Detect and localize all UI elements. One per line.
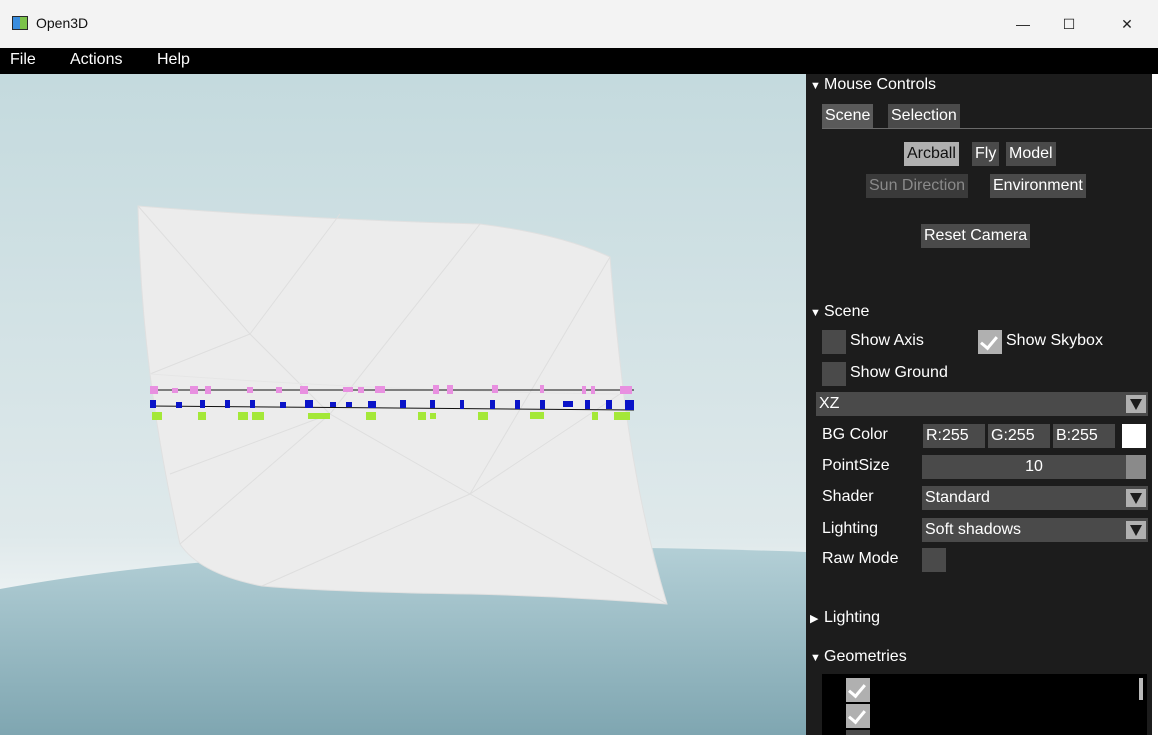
window-edge	[1152, 74, 1158, 735]
expanded-triangle-icon: ▼	[810, 652, 821, 664]
geometry-item-checkbox[interactable]	[846, 730, 870, 735]
tab-selection[interactable]: Selection	[888, 104, 960, 128]
scene-render[interactable]	[0, 74, 806, 735]
lighting-header[interactable]: ▶ Lighting	[810, 609, 880, 627]
menu-file[interactable]: File	[10, 51, 36, 69]
window-title: Open3D	[36, 15, 89, 31]
list-scrollbar[interactable]	[1139, 678, 1143, 700]
lighting-label: Lighting	[822, 520, 879, 537]
bg-color-g-field[interactable]: G:255	[988, 424, 1050, 448]
environment-button[interactable]: Environment	[990, 174, 1086, 198]
show-ground-checkbox[interactable]	[822, 362, 846, 386]
geometry-mesh-checkbox[interactable]	[846, 678, 870, 702]
settings-panel: ▼ Mouse Controls Scene Selection Arcball …	[806, 74, 1152, 735]
show-skybox-checkbox[interactable]	[978, 330, 1002, 354]
title-bar: Open3D — ☐ ✕	[0, 0, 1158, 48]
ground-plane-select[interactable]: XZ	[816, 392, 1148, 416]
geometries-header[interactable]: ▼ Geometries	[810, 648, 907, 666]
tab-scene[interactable]: Scene	[822, 104, 874, 128]
fly-button[interactable]: Fly	[972, 142, 1000, 166]
scene-header[interactable]: ▼ Scene	[810, 303, 869, 321]
geometries-list[interactable]: mesh geodesicPointModel	[822, 674, 1147, 735]
dropdown-arrow-icon	[1126, 489, 1146, 507]
bg-color-r-field[interactable]: R:255	[923, 424, 985, 448]
expanded-triangle-icon: ▼	[810, 307, 821, 319]
arcball-button[interactable]: Arcball	[904, 142, 959, 166]
show-axis-label: Show Axis	[850, 332, 924, 349]
menu-bar: File Actions Help	[0, 48, 1158, 74]
bg-color-b-field[interactable]: B:255	[1053, 424, 1115, 448]
bg-color-label: BG Color	[822, 426, 888, 443]
raw-mode-label: Raw Mode	[822, 550, 899, 567]
point-size-slider[interactable]: 10	[922, 455, 1146, 479]
maximize-button[interactable]: ☐	[1046, 0, 1092, 48]
3d-viewport[interactable]	[0, 74, 806, 735]
show-skybox-label: Show Skybox	[1006, 332, 1103, 349]
raw-mode-checkbox[interactable]	[922, 548, 946, 572]
geometry-geodesic-checkbox[interactable]	[846, 704, 870, 728]
open3d-app-icon	[12, 16, 28, 30]
lighting-select[interactable]: Soft shadows	[922, 518, 1148, 542]
geometry-mesh-label: mesh	[876, 678, 920, 697]
reset-camera-button[interactable]: Reset Camera	[921, 224, 1031, 248]
sun-direction-button[interactable]: Sun Direction	[866, 174, 969, 198]
point-size-label: PointSize	[822, 457, 890, 474]
menu-help[interactable]: Help	[157, 51, 190, 69]
minimize-button[interactable]: —	[1000, 0, 1046, 48]
dropdown-arrow-icon	[1126, 521, 1146, 539]
slider-handle[interactable]	[1126, 455, 1146, 479]
menu-actions[interactable]: Actions	[70, 51, 122, 69]
bg-color-swatch[interactable]	[1122, 424, 1146, 448]
shader-label: Shader	[822, 488, 874, 505]
collapsed-triangle-icon: ▶	[810, 613, 819, 625]
geometry-geodesic-label: geodesicPointModel	[876, 705, 1036, 724]
show-ground-label: Show Ground	[850, 364, 948, 381]
tab-divider	[822, 128, 1152, 129]
close-button[interactable]: ✕	[1104, 0, 1150, 48]
shader-select[interactable]: Standard	[922, 486, 1148, 510]
expanded-triangle-icon: ▼	[810, 80, 821, 92]
model-button[interactable]: Model	[1006, 142, 1056, 166]
mouse-controls-header[interactable]: ▼ Mouse Controls	[810, 76, 936, 94]
show-axis-checkbox[interactable]	[822, 330, 846, 354]
dropdown-arrow-icon	[1126, 395, 1146, 413]
